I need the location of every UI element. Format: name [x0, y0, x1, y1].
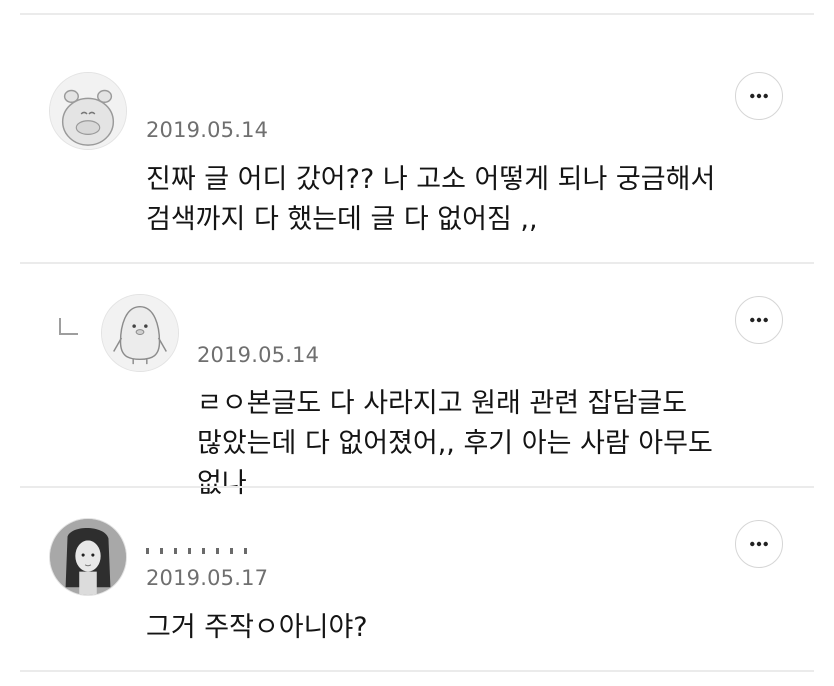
comment-text: 그거 주작ㅇ아니야?	[146, 612, 368, 643]
divider-top	[20, 13, 814, 15]
more-options-button[interactable]	[735, 296, 783, 344]
comment-date: 2019.05.14	[197, 343, 320, 367]
divider	[20, 670, 814, 672]
comment-date: 2019.05.14	[146, 118, 269, 142]
more-options-button[interactable]	[735, 520, 783, 568]
author-name	[146, 548, 258, 558]
comment-text: 진짜 글 어디 갔어?? 나 고소 어떻게 되나 궁금해서 검색까지 다 했는데…	[146, 164, 724, 235]
avatar[interactable]	[101, 294, 179, 372]
avatar[interactable]	[49, 72, 127, 150]
more-options-button[interactable]	[735, 72, 783, 120]
girl-portrait-avatar-icon	[50, 519, 126, 595]
more-options-icon	[750, 93, 768, 99]
divider	[20, 486, 814, 488]
avatar[interactable]	[49, 518, 127, 596]
penguin-avatar-icon	[102, 295, 178, 371]
divider	[20, 262, 814, 264]
more-options-icon	[750, 541, 768, 547]
more-options-icon	[750, 317, 768, 323]
reply-indicator-icon	[58, 318, 78, 336]
hamster-avatar-icon	[50, 73, 126, 149]
comment-date: 2019.05.17	[146, 566, 269, 590]
